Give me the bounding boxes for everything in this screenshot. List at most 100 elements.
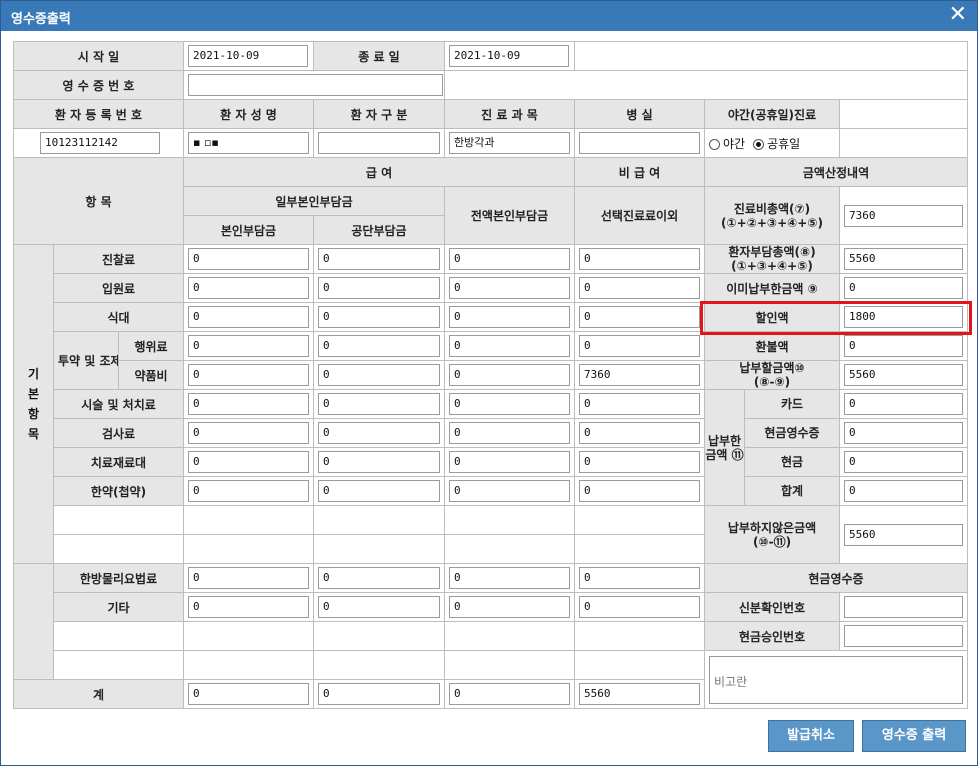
remarks-textarea[interactable]: 비고란 bbox=[709, 655, 963, 704]
cash-label: 현금 bbox=[745, 448, 839, 477]
already-paid-label: 이미납부한금액 ⑨ bbox=[704, 273, 840, 303]
partial-copay-header: 일부본인부담금 bbox=[183, 186, 445, 216]
patient-reg-no-label: 환 자 등 록 번 호 bbox=[13, 99, 184, 129]
item-full-self-pay-input[interactable]: 0 bbox=[449, 451, 570, 473]
id-no-input[interactable] bbox=[844, 596, 963, 618]
item-optional-input[interactable]: 0 bbox=[579, 480, 700, 502]
item-label: 검사료 bbox=[53, 418, 184, 448]
item-full-self-pay-input[interactable]: 0 bbox=[449, 364, 570, 386]
item-self-pay-input[interactable]: 0 bbox=[188, 480, 309, 502]
cancel-issue-button[interactable]: 발급취소 bbox=[768, 720, 854, 752]
patient-reg-no-input[interactable]: 10123112142 bbox=[40, 132, 160, 154]
item-optional-input[interactable]: 0 bbox=[579, 306, 700, 328]
item-self-pay-input[interactable]: 0 bbox=[188, 364, 309, 386]
item-full-self-pay-input[interactable]: 0 bbox=[449, 248, 570, 270]
card-input[interactable]: 0 bbox=[844, 393, 963, 415]
total-medical-input[interactable]: 7360 bbox=[844, 204, 963, 227]
print-receipt-button[interactable]: 영수증 출력 bbox=[862, 720, 966, 752]
item-public-pay-input[interactable]: 0 bbox=[318, 306, 440, 328]
discount-input[interactable]: 1800 bbox=[844, 306, 963, 328]
item-public-pay-input[interactable]: 0 bbox=[318, 422, 440, 444]
item-public-pay-input[interactable]: 0 bbox=[318, 277, 440, 299]
end-date-input[interactable]: 2021-10-09 bbox=[449, 45, 569, 67]
night-radio[interactable]: 야간 bbox=[709, 135, 745, 152]
item-label: 한약(첩약) bbox=[53, 476, 184, 506]
department-input[interactable]: 한방각과 bbox=[449, 132, 570, 154]
start-date-input[interactable]: 2021-10-09 bbox=[188, 45, 308, 67]
cash-receipt-input[interactable]: 0 bbox=[844, 422, 963, 444]
item-full-self-pay-input[interactable]: 0 bbox=[449, 596, 570, 618]
item-self-pay-input[interactable]: 0 bbox=[188, 451, 309, 473]
item-optional-input[interactable]: 0 bbox=[579, 335, 700, 357]
item-optional-input[interactable]: 0 bbox=[579, 248, 700, 270]
total-medical-label: 진료비총액(⑦) (①+②+③+④+⑤) bbox=[704, 186, 840, 245]
item-public-pay-input[interactable]: 0 bbox=[318, 335, 440, 357]
ward-input[interactable] bbox=[579, 132, 700, 154]
item-self-pay-input[interactable]: 0 bbox=[188, 393, 309, 415]
item-optional-input[interactable]: 0 bbox=[579, 422, 700, 444]
approval-no-input[interactable] bbox=[844, 625, 963, 647]
item-optional-input[interactable]: 0 bbox=[579, 393, 700, 415]
item-optional-input[interactable]: 0 bbox=[579, 277, 700, 299]
item-self-pay-input[interactable]: 0 bbox=[188, 248, 309, 270]
total-label: 계 bbox=[13, 679, 184, 709]
radio-checked-icon bbox=[753, 138, 765, 150]
item-optional-input[interactable]: 0 bbox=[579, 451, 700, 473]
title-bar: 영수증출력 ✕ bbox=[1, 1, 977, 31]
item-public-pay-input[interactable]: 0 bbox=[318, 451, 440, 473]
patient-name-input[interactable]: ▪ ▫▪ bbox=[188, 132, 309, 154]
item-full-self-pay-input[interactable]: 0 bbox=[449, 306, 570, 328]
close-icon[interactable]: ✕ bbox=[949, 3, 967, 27]
item-label: 식대 bbox=[53, 302, 184, 332]
item-self-pay-input[interactable]: 0 bbox=[188, 567, 309, 589]
item-full-self-pay-input[interactable]: 0 bbox=[449, 422, 570, 444]
total-public-pay-input[interactable]: 0 bbox=[318, 683, 440, 705]
item-label: 한방물리요법료 bbox=[53, 563, 184, 593]
window-title: 영수증출력 bbox=[11, 12, 71, 27]
item-self-pay-input[interactable]: 0 bbox=[188, 596, 309, 618]
item-optional-input[interactable]: 0 bbox=[579, 596, 700, 618]
paid-group-label: 납부한 금액 ⑪ bbox=[706, 390, 745, 505]
total-optional-input[interactable]: 5560 bbox=[579, 683, 700, 705]
non-covered-header: 비 급 여 bbox=[574, 157, 705, 187]
item-full-self-pay-input[interactable]: 0 bbox=[449, 567, 570, 589]
radio-icon bbox=[709, 138, 720, 150]
total-full-self-pay-input[interactable]: 0 bbox=[449, 683, 570, 705]
drug-prep-label: 투약 및 조제료 bbox=[53, 331, 119, 390]
item-optional-input[interactable]: 0 bbox=[579, 567, 700, 589]
amount-due-input[interactable]: 5560 bbox=[844, 364, 963, 386]
item-full-self-pay-input[interactable]: 0 bbox=[449, 335, 570, 357]
unpaid-input[interactable]: 5560 bbox=[844, 523, 963, 546]
item-public-pay-input[interactable]: 0 bbox=[318, 480, 440, 502]
item-self-pay-input[interactable]: 0 bbox=[188, 422, 309, 444]
item-full-self-pay-input[interactable]: 0 bbox=[449, 480, 570, 502]
cash-input[interactable]: 0 bbox=[844, 451, 963, 473]
item-self-pay-input[interactable]: 0 bbox=[188, 306, 309, 328]
holiday-radio[interactable]: 공휴일 bbox=[753, 135, 800, 152]
receipt-no-input[interactable] bbox=[188, 74, 443, 96]
item-label: 진찰료 bbox=[53, 244, 184, 274]
item-public-pay-input[interactable]: 0 bbox=[318, 248, 440, 270]
refund-input[interactable]: 0 bbox=[844, 335, 963, 357]
item-public-pay-input[interactable]: 0 bbox=[318, 364, 440, 386]
patient-type-input[interactable] bbox=[318, 132, 440, 154]
full-self-pay-header: 전액본인부담금 bbox=[444, 186, 575, 245]
paid-amount-group-label: 납부한 금액 ⑪ 카드 현금영수증 현금 합계 bbox=[704, 389, 840, 506]
item-self-pay-input[interactable]: 0 bbox=[188, 277, 309, 299]
total-self-pay-input[interactable]: 0 bbox=[188, 683, 309, 705]
sum-input[interactable]: 0 bbox=[844, 480, 963, 502]
item-self-pay-input[interactable]: 0 bbox=[188, 335, 309, 357]
item-full-self-pay-input[interactable]: 0 bbox=[449, 393, 570, 415]
item-public-pay-input[interactable]: 0 bbox=[318, 596, 440, 618]
item-optional-input[interactable]: 7360 bbox=[579, 364, 700, 386]
item-public-pay-input[interactable]: 0 bbox=[318, 393, 440, 415]
receipt-dialog: 영수증출력 ✕ 시 작 일 2021-10-09 종 료 일 2021-10-0… bbox=[0, 0, 978, 766]
already-paid-input[interactable]: 0 bbox=[844, 277, 963, 299]
item-full-self-pay-input[interactable]: 0 bbox=[449, 277, 570, 299]
ward-label: 병 실 bbox=[574, 99, 705, 129]
discount-label: 할인액 bbox=[704, 302, 840, 332]
item-public-pay-input[interactable]: 0 bbox=[318, 567, 440, 589]
patient-total-input[interactable]: 5560 bbox=[844, 248, 963, 270]
basic-items-label: 기 본 항 목 bbox=[13, 244, 54, 564]
optional-care-header: 선택진료료이외 bbox=[574, 186, 705, 245]
